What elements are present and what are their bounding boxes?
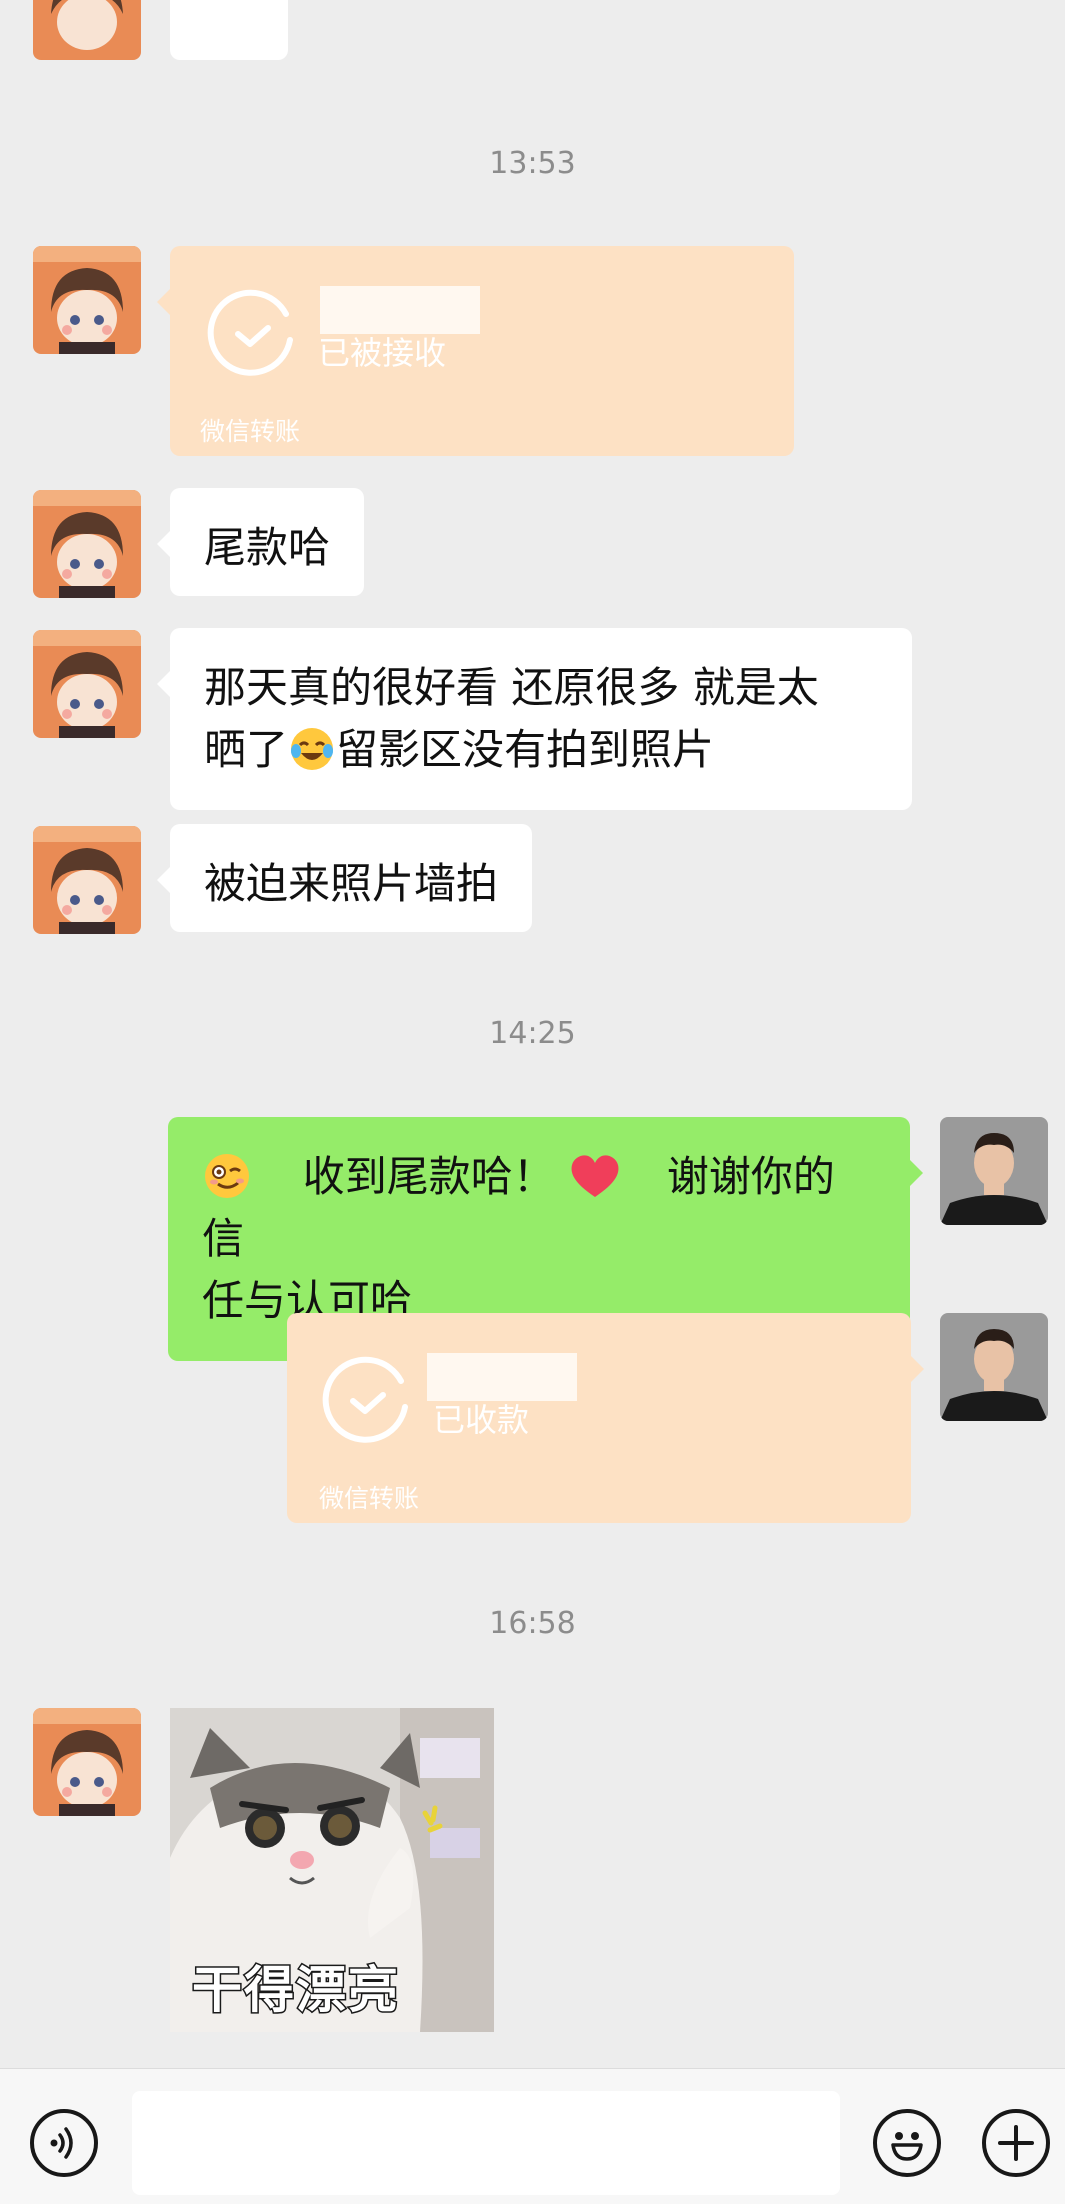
man-avatar-icon (940, 1117, 1048, 1225)
timestamp-1: 13:53 (489, 146, 576, 181)
girl-avatar-icon (33, 1708, 141, 1816)
girl-avatar-icon (33, 246, 141, 354)
transfer-label: 微信转账 (319, 1484, 420, 1513)
emoji-button[interactable] (873, 2109, 941, 2177)
man-avatar-icon (940, 1313, 1048, 1421)
message-text: 收到尾款哈！ (302, 1152, 555, 1201)
girl-avatar-icon (33, 826, 141, 934)
check-circle-icon (207, 289, 293, 376)
wink-emoji-icon (205, 1153, 249, 1198)
voice-icon (50, 2127, 73, 2159)
blurred-amount (427, 1353, 577, 1401)
message-text: 尾款哈 (204, 523, 331, 572)
message-input[interactable] (132, 2091, 840, 2195)
message-text: 被迫来照片墙拍 (204, 859, 499, 908)
input-bar (0, 2068, 1065, 2204)
voice-button[interactable] (30, 2109, 98, 2177)
heart-icon (571, 1154, 619, 1197)
plus-icon (998, 2125, 1034, 2161)
smiley-icon (891, 2132, 923, 2161)
message-text-line: 那天真的很好看 还原很多 就是太 (204, 663, 819, 712)
message-bubble[interactable]: 那天真的很好看 还原很多 就是太 晒了 留影区没有拍到照片 (157, 628, 912, 810)
contact-avatar[interactable] (33, 0, 141, 60)
contact-avatar[interactable] (33, 826, 141, 934)
partial-message-bubble (170, 0, 288, 60)
message-bubble[interactable]: 被迫来照片墙拍 (157, 824, 533, 932)
girl-avatar-icon (33, 630, 141, 738)
blurred-amount (320, 286, 480, 334)
transfer-status: 已收款 (433, 1401, 530, 1439)
girl-avatar-icon (33, 490, 141, 598)
transfer-card-collected[interactable]: 已收款 微信转账 (287, 1313, 924, 1523)
cat-sticker[interactable]: 干得漂亮 (170, 1708, 494, 2032)
contact-avatar[interactable] (33, 246, 141, 354)
sticker-caption: 干得漂亮 (191, 1960, 400, 2021)
transfer-label: 微信转账 (200, 417, 301, 446)
timestamp-2: 14:25 (489, 1016, 576, 1051)
transfer-card-received[interactable]: 已被接收 微信转账 (157, 246, 794, 456)
message-text: 留影区没有拍到照片 (336, 725, 715, 774)
more-button[interactable] (982, 2109, 1050, 2177)
check-circle-icon (322, 1356, 408, 1443)
contact-avatar[interactable] (33, 630, 141, 738)
my-avatar[interactable] (940, 1313, 1048, 1421)
contact-avatar[interactable] (33, 1708, 141, 1816)
transfer-status: 已被接收 (318, 334, 447, 372)
message-bubble[interactable]: 尾款哈 (157, 488, 365, 596)
my-avatar[interactable] (940, 1117, 1048, 1225)
contact-avatar[interactable] (33, 490, 141, 598)
message-text: 晒了 (204, 725, 289, 774)
laugh-cry-emoji-icon (291, 727, 334, 770)
chat-area[interactable]: 13:53 已被接收 微信转账 尾款哈 那天真的很好看 还原很多 就是太 晒了留… (0, 0, 1065, 2068)
timestamp-3: 16:58 (489, 1606, 576, 1641)
